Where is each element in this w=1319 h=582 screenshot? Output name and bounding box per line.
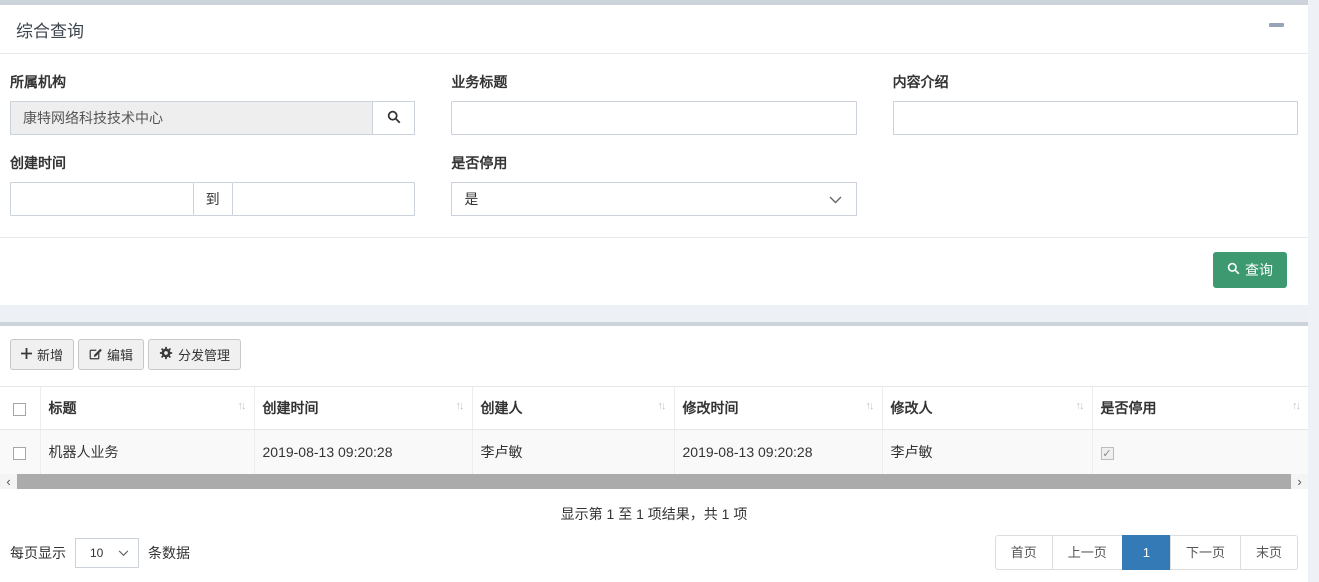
cogs-icon [159,346,173,363]
edit-button[interactable]: 编辑 [78,339,145,370]
table-header-row: 标题 ↑↓ 创建时间 ↑↓ 创建人 ↑↓ 修改时间 ↑↓ 修改人 ↑↓ 是否停用… [0,386,1308,430]
query-form-row-1: 所属机构 业务标题 [0,54,1308,135]
create-time-from-input[interactable] [10,182,194,216]
table-toolbar: 新增 编辑 分发管理 [0,339,1308,386]
add-button[interactable]: 新增 [10,339,75,370]
pagination-first[interactable]: 首页 [994,535,1053,570]
minus-icon [1269,23,1284,27]
sort-icon[interactable]: ↑↓ [1292,400,1301,412]
content-intro-label: 内容介绍 [892,74,949,90]
collapse-panel-button[interactable] [1269,23,1284,27]
biz-title-input[interactable] [451,101,857,135]
query-panel: 综合查询 所属机构 康特网络科技技术中心 业务标题 内容介绍 创建时间 到 是否… [0,5,1308,305]
org-input-group [10,101,416,135]
empty-cell [893,149,1298,216]
page-size-suffix: 条数据 [148,544,190,561]
org-search-button[interactable] [372,101,416,135]
pagination: 首页 上一页 1 下一页 末页 [994,535,1298,570]
edit-pencil-square-icon [89,347,102,363]
select-all-checkbox[interactable] [13,402,27,416]
is-disabled-label: 是否停用 [451,155,508,171]
field-is-disabled: 是否停用 是 [451,149,857,216]
add-button-label: 新增 [37,348,64,363]
column-header-label: 创建人 [480,400,523,416]
biz-title-label: 业务标题 [451,74,508,90]
date-range-separator: 到 [193,182,232,216]
column-header-label: 是否停用 [1100,400,1157,416]
field-create-time: 创建时间 到 [10,149,416,216]
row-select-cell [0,429,40,474]
create-time-label: 创建时间 [10,155,66,171]
chevron-down-icon [118,546,129,560]
column-header-title[interactable]: 标题 ↑↓ [39,386,254,430]
search-button[interactable]: 查询 [1213,252,1287,288]
table-row[interactable]: 机器人业务 2019-08-13 09:20:28 李卢敏 2019-08-13… [0,429,1308,474]
search-icon [387,110,401,127]
column-header-label: 修改人 [890,400,933,416]
column-header-label: 标题 [48,400,77,416]
field-org: 所属机构 [10,68,416,135]
sort-icon[interactable]: ↑↓ [238,400,247,412]
query-actions: 查询 [0,237,1308,305]
content-intro-input[interactable] [892,101,1298,135]
field-content-intro: 内容介绍 [892,68,1298,135]
horizontal-scrollbar: ‹ › [0,474,1308,489]
cell-modifier: 李卢敏 [881,429,1092,474]
results-panel: 新增 编辑 分发管理 标题 ↑↓ 创建时间 ↑↓ 创建人 ↑↓ 修改时间 ↑↓ … [0,326,1308,582]
pagination-prev[interactable]: 上一页 [1051,535,1123,570]
column-header-disabled[interactable]: 是否停用 ↑↓ [1091,386,1308,430]
page-size-control: 每页显示 10 条数据 [10,537,190,568]
sort-icon[interactable]: ↑↓ [658,400,667,412]
row-checkbox[interactable] [13,446,27,460]
chevron-down-icon [829,191,842,207]
org-input[interactable] [10,101,373,135]
search-icon [1227,262,1240,278]
table-footer-bar: 每页显示 10 条数据 首页 上一页 1 下一页 末页 [0,526,1308,570]
cell-modified: 2019-08-13 09:20:28 [673,429,882,474]
scroll-left-arrow[interactable]: ‹ [0,474,17,489]
field-biz-title: 业务标题 [451,68,857,135]
query-form-row-2: 创建时间 到 是否停用 是 [0,135,1308,216]
search-button-label: 查询 [1245,262,1273,278]
is-disabled-selected-value: 是 [464,191,479,207]
page-size-prefix: 每页显示 [10,544,66,561]
scrollbar-thumb[interactable] [17,474,1291,489]
org-label: 所属机构 [10,74,66,90]
cell-disabled: ✓ [1091,429,1308,474]
cell-creator: 李卢敏 [471,429,674,474]
cell-created: 2019-08-13 09:20:28 [253,429,472,474]
cell-title: 机器人业务 [39,429,254,474]
pagination-next[interactable]: 下一页 [1169,535,1241,570]
sort-icon[interactable]: ↑↓ [456,400,465,412]
panel-gap [0,305,1308,322]
distribute-button-label: 分发管理 [178,348,231,363]
plus-icon [21,347,32,362]
column-header-modifier[interactable]: 修改人 ↑↓ [881,386,1092,430]
create-time-to-input[interactable] [231,182,416,216]
disabled-checked-checkbox: ✓ [1100,446,1114,460]
column-header-modified[interactable]: 修改时间 ↑↓ [673,386,882,430]
is-disabled-select[interactable]: 是 [451,182,857,216]
column-header-created[interactable]: 创建时间 ↑↓ [253,386,472,430]
pagination-page-1[interactable]: 1 [1121,535,1171,570]
create-time-range: 到 [10,182,416,216]
sort-icon[interactable]: ↑↓ [866,400,875,412]
scroll-right-arrow[interactable]: › [1291,474,1308,489]
distribute-button[interactable]: 分发管理 [148,339,242,370]
select-all-header [0,386,40,430]
results-summary: 显示第 1 至 1 项结果，共 1 项 [560,506,748,522]
pagination-last[interactable]: 末页 [1239,535,1298,570]
page-content: 综合查询 所属机构 康特网络科技技术中心 业务标题 内容介绍 创建时间 到 是否… [0,5,1308,582]
query-panel-header: 综合查询 [0,5,1308,54]
edit-button-label: 编辑 [107,348,134,363]
column-header-label: 创建时间 [262,400,319,416]
column-header-label: 修改时间 [682,400,739,416]
column-header-creator[interactable]: 创建人 ↑↓ [471,386,674,430]
page-size-value: 10 [90,545,104,560]
page-title: 综合查询 [16,22,84,41]
results-table: 标题 ↑↓ 创建时间 ↑↓ 创建人 ↑↓ 修改时间 ↑↓ 修改人 ↑↓ 是否停用… [0,386,1308,474]
page-size-select[interactable]: 10 [75,537,139,568]
sort-icon[interactable]: ↑↓ [1076,400,1085,412]
